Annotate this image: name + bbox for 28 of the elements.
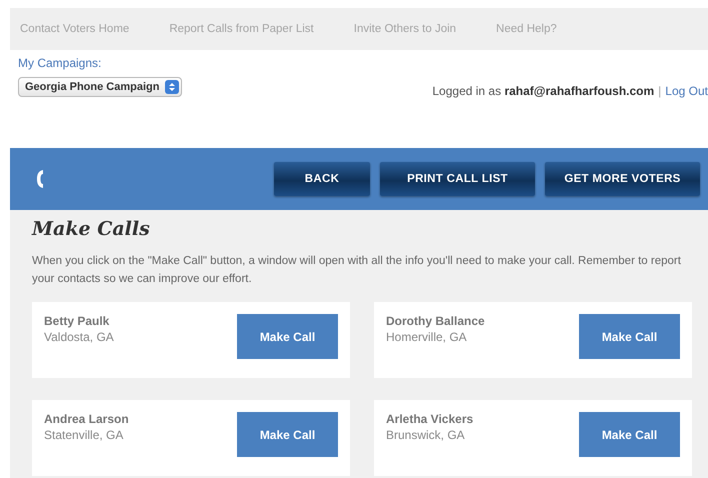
- nav-link[interactable]: Need Help?: [496, 23, 557, 35]
- campaign-select[interactable]: Georgia Phone Campaign: [18, 77, 182, 97]
- nav-link[interactable]: Report Calls from Paper List: [169, 23, 314, 35]
- voter-name: Arletha Vickers: [386, 412, 474, 426]
- voter-location: Homerville, GA: [386, 330, 468, 344]
- make-call-button[interactable]: Make Call: [579, 314, 680, 359]
- voter-location: Valdosta, GA: [44, 330, 114, 344]
- nav-link[interactable]: Invite Others to Join: [354, 23, 456, 35]
- voter-name: Andrea Larson: [44, 412, 129, 426]
- toolbar-button[interactable]: BACK: [274, 162, 370, 196]
- section-title: Make Calls: [32, 218, 151, 240]
- toolbar-button[interactable]: PRINT CALL LIST: [380, 162, 535, 196]
- separator: |: [658, 84, 662, 98]
- section-description: When you click on the "Make Call" button, a window will open with all the info you'll need to make your call. Remember to report your contacts so we can improve our effort.: [32, 254, 682, 287]
- phone-icon: [36, 169, 44, 189]
- log-out-link[interactable]: Log Out: [665, 84, 708, 98]
- voter-name: Dorothy Ballance: [386, 314, 485, 328]
- stepper-icon: [165, 80, 180, 94]
- voter-location: Brunswick, GA: [386, 428, 466, 442]
- make-call-button[interactable]: Make Call: [579, 412, 680, 457]
- toolbar-button[interactable]: GET MORE VOTERS: [545, 162, 700, 196]
- campaigns-label: My Campaigns:: [18, 56, 102, 70]
- make-call-button[interactable]: Make Call: [237, 412, 338, 457]
- voter-location: Statenville, GA: [44, 428, 124, 442]
- logged-in-text: Logged in as rahaf@rahafharfoush.com: [432, 84, 654, 98]
- voter-name: Betty Paulk: [44, 314, 110, 328]
- nav-link[interactable]: Contact Voters Home: [20, 23, 130, 35]
- make-call-button[interactable]: Make Call: [237, 314, 338, 359]
